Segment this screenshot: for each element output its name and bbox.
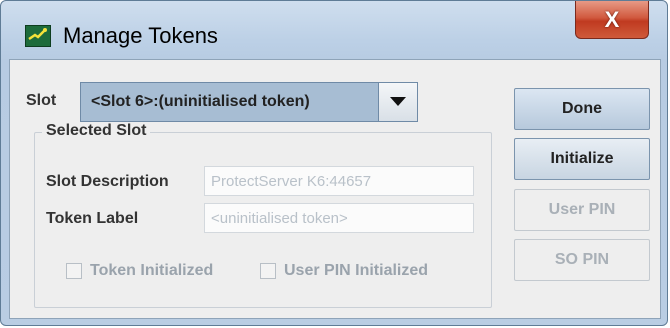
slot-description-label: Slot Description bbox=[46, 173, 169, 190]
token-label-field[interactable]: <uninitialised token> bbox=[204, 203, 474, 233]
token-manager-icon bbox=[25, 25, 51, 47]
initialize-button[interactable]: Initialize bbox=[514, 138, 650, 180]
token-initialized-checkbox[interactable]: Token Initialized bbox=[66, 262, 213, 280]
manage-tokens-window: Manage Tokens X Slot <Slot 6>:(uninitial… bbox=[0, 0, 668, 326]
done-button[interactable]: Done bbox=[514, 88, 650, 130]
token-label-label: Token Label bbox=[46, 210, 139, 227]
title-bar[interactable]: Manage Tokens X bbox=[1, 1, 667, 59]
slot-selected-value: <Slot 6>:(uninitialised token) bbox=[91, 93, 310, 110]
user-pin-initialized-label: User PIN Initialized bbox=[284, 262, 429, 279]
dialog-content: Slot <Slot 6>:(uninitialised token) Sele… bbox=[9, 59, 661, 319]
selected-slot-title: Selected Slot bbox=[42, 122, 151, 140]
slot-dropdown[interactable]: <Slot 6>:(uninitialised token) bbox=[80, 82, 418, 122]
user-pin-button[interactable]: User PIN bbox=[514, 189, 650, 231]
so-pin-button[interactable]: SO PIN bbox=[514, 239, 650, 281]
token-initialized-label: Token Initialized bbox=[90, 262, 214, 279]
slot-description-field[interactable]: ProtectServer K6:44657 bbox=[204, 166, 474, 196]
chevron-down-icon bbox=[390, 97, 406, 106]
window-title: Manage Tokens bbox=[63, 23, 218, 48]
checkbox-box[interactable] bbox=[260, 263, 276, 279]
user-pin-initialized-checkbox[interactable]: User PIN Initialized bbox=[260, 262, 428, 280]
close-icon: X bbox=[604, 6, 620, 32]
slot-label: Slot bbox=[26, 92, 57, 109]
dropdown-arrow-button[interactable] bbox=[378, 83, 417, 121]
checkbox-box[interactable] bbox=[66, 263, 82, 279]
close-button[interactable]: X bbox=[575, 1, 649, 39]
